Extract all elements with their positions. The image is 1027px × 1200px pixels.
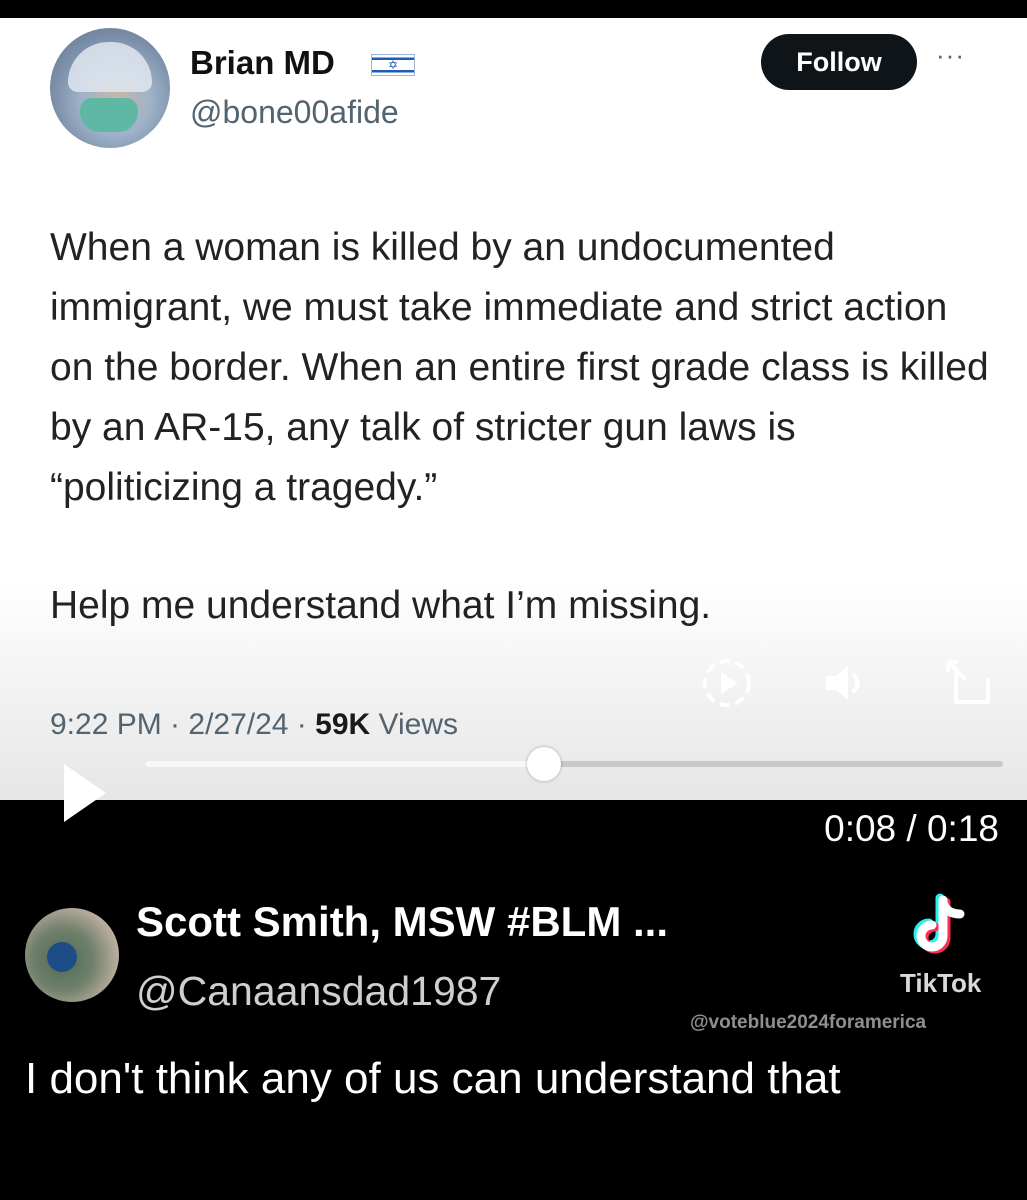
replay-icon[interactable]	[700, 656, 754, 710]
tweet-text: When a woman is killed by an undocumente…	[50, 218, 990, 694]
video-player[interactable]: Brian MD ✡ @bone00afide Follow ··· When …	[0, 18, 1027, 800]
post-author-avatar[interactable]	[25, 908, 119, 1002]
progress-fill	[145, 761, 544, 767]
post-text: I don't think any of us can understand t…	[25, 1054, 841, 1103]
play-icon[interactable]	[60, 758, 108, 833]
tiktok-watermark-username: @voteblue2024foramerica	[690, 1012, 927, 1033]
playback-time: 0:08 / 0:18	[824, 808, 999, 850]
progress-knob[interactable]	[526, 747, 561, 781]
more-options-icon: ···	[936, 40, 965, 70]
current-time: 0:08	[824, 808, 897, 849]
tweet-paragraph: Help me understand what I’m missing.	[50, 584, 712, 627]
tweet-timestamp: 9:22 PM · 2/27/24 ·	[50, 708, 316, 741]
tweet-views-count: 59K	[315, 708, 371, 741]
post-author-handle[interactable]: @Canaansdad1987	[136, 968, 501, 1015]
volume-icon[interactable]	[822, 660, 872, 706]
post-author-name[interactable]: Scott Smith, MSW #BLM ...	[136, 898, 668, 946]
tiktok-logo-icon	[912, 892, 976, 961]
follow-button: Follow	[761, 34, 917, 90]
progress-bar[interactable]	[145, 747, 1003, 781]
tweet-author-avatar	[50, 28, 170, 148]
tweet-author-name: Brian MD	[190, 44, 335, 81]
tiktok-wordmark: TikTok	[900, 968, 982, 998]
time-separator: /	[896, 808, 927, 849]
israel-flag-icon: ✡	[371, 54, 415, 76]
tweet-views-label: Views	[370, 708, 459, 741]
tweet-paragraph: When a woman is killed by an undocumente…	[50, 226, 989, 509]
tweet-author-handle: @bone00afide	[190, 94, 399, 130]
tweet-meta: 9:22 PM · 2/27/24 · 59K Views	[50, 708, 458, 742]
fullscreen-icon[interactable]	[940, 658, 996, 708]
duration: 0:18	[926, 808, 999, 849]
